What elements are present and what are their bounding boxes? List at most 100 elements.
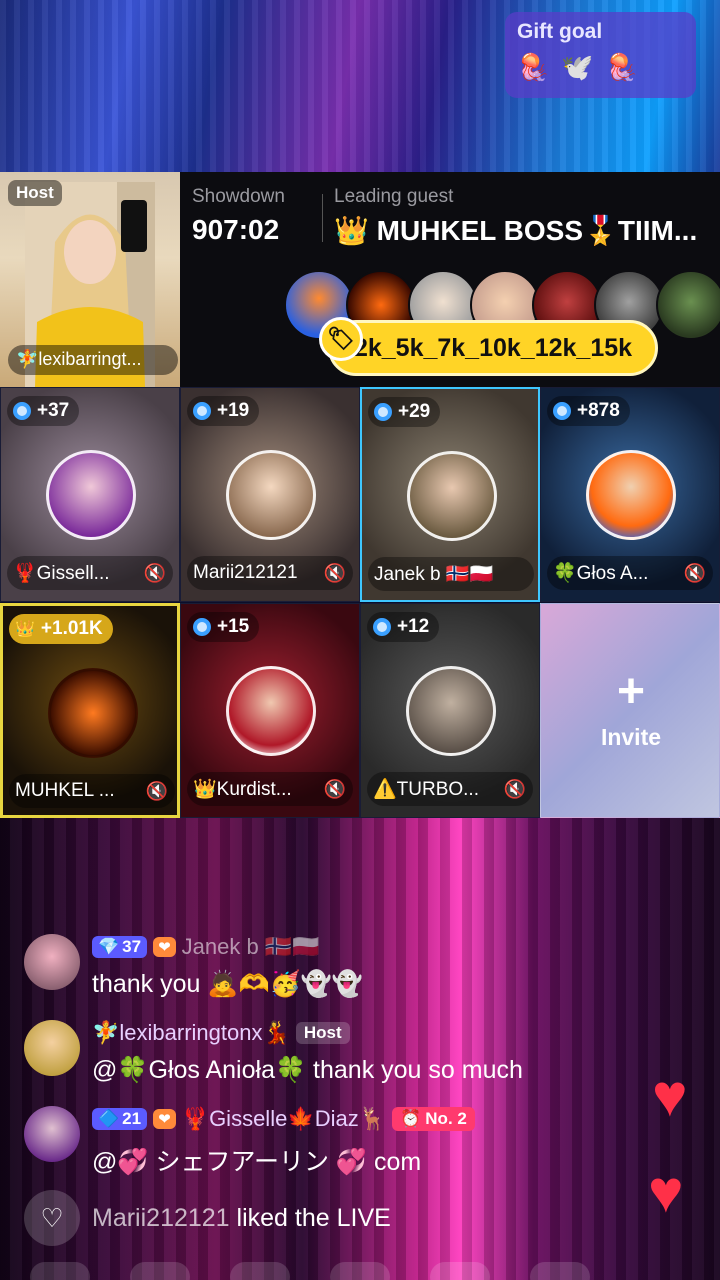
coin-icon — [193, 402, 211, 420]
fan-badge-icon: ❤ — [153, 1109, 176, 1129]
chat-comment[interactable]: 💎 37 ❤ Janek b 🇳🇴🇵🇱 thank you 🙇🫶🥳👻👻 — [24, 934, 644, 998]
comment-username[interactable]: Janek b 🇳🇴🇵🇱 — [182, 934, 320, 960]
score-pill: +878 — [547, 396, 630, 426]
guest-name-pill: 🦞Gissell... 🔇 — [7, 556, 173, 590]
floating-heart-icon: ♥ — [652, 1062, 688, 1129]
guest-name-pill: 🍀Głos A... 🔇 — [547, 556, 713, 590]
toolbar-button[interactable] — [330, 1262, 390, 1280]
chat-comment[interactable]: 🔷 21 ❤ 🦞Gisselle🍁Diaz🦌 ⏰ No. 2 @💞 シェフアーリン … — [24, 1106, 644, 1176]
guest-tile[interactable]: +878 🍀Głos A... 🔇 — [540, 387, 720, 602]
score-value: +15 — [217, 616, 250, 637]
comment-username[interactable]: 🦞Gisselle🍁Diaz🦌 — [182, 1106, 386, 1132]
comment-username[interactable]: 🧚lexibarringtonx💃 — [92, 1020, 290, 1046]
avatar[interactable] — [24, 934, 80, 990]
guest-name-pill: Marii212121 🔇 — [187, 556, 353, 590]
score-value: +19 — [217, 400, 250, 421]
goal-tag-pill[interactable]: 🏷 2k_5k_7k_10k_12k_15k — [319, 317, 658, 376]
gift-goal-title: Gift goal — [517, 20, 603, 43]
mic-muted-icon: 🔇 — [323, 778, 347, 799]
guest-name-pill: MUHKEL ... 🔇 — [9, 774, 175, 808]
avatar[interactable] — [48, 668, 138, 758]
guest-name-pill: Janek b 🇳🇴🇵🇱 — [368, 557, 534, 591]
rank-value: No. 2 — [425, 1109, 467, 1128]
level-badge: 💎 37 — [92, 936, 148, 958]
goal-tag-text: 2k_5k_7k_10k_12k_15k — [353, 333, 633, 362]
avatar[interactable] — [24, 1106, 80, 1162]
score-pill: +12 — [367, 612, 440, 642]
showdown-panel[interactable]: Showdown 907:02 Leading guest 👑 MUHKEL B… — [180, 172, 720, 387]
guest-name: ⚠️TURBO... — [373, 779, 479, 800]
gift-icon: 🪼 — [605, 52, 639, 82]
diamond-icon: 🔷 — [98, 1109, 120, 1128]
coin-icon — [373, 618, 391, 636]
toolbar-button[interactable] — [30, 1262, 90, 1280]
score-pill: +19 — [187, 396, 260, 426]
avatar[interactable] — [46, 450, 136, 540]
host-badge: Host — [8, 180, 62, 206]
guest-name: Janek b 🇳🇴🇵🇱 — [374, 564, 494, 585]
score-pill: 👑 +1.01K — [9, 614, 113, 644]
gift-goal-gifts: 🪼 🕊️ 🪼 — [517, 52, 684, 83]
comment-meta: 🧚lexibarringtonx💃 Host — [92, 1020, 350, 1046]
guest-tile[interactable]: +37 🦞Gissell... 🔇 — [0, 387, 180, 602]
guest-name-pill: 👑Kurdist... 🔇 — [187, 772, 353, 806]
coin-icon — [374, 403, 392, 421]
coin-icon — [553, 402, 571, 420]
gift-icon: 🪼 — [517, 52, 550, 82]
invite-button[interactable]: + Invite — [540, 603, 720, 818]
score-pill: +37 — [7, 396, 80, 426]
mic-muted-icon: 🔇 — [503, 778, 527, 799]
comment-text: @🍀Głos Anioła🍀 thank you so much — [92, 1056, 523, 1084]
avatar[interactable] — [24, 1020, 80, 1076]
comment-meta: 🔷 21 ❤ 🦞Gisselle🍁Diaz🦌 ⏰ No. 2 — [92, 1106, 475, 1132]
invite-label: Invite — [600, 724, 662, 750]
gift-goal-panel[interactable]: Gift goal 🪼 🕊️ 🪼 — [505, 12, 696, 98]
like-notification: ♡ Marii212121 liked the LIVE — [24, 1190, 391, 1246]
mic-muted-icon: 🔇 — [683, 562, 707, 583]
avatar[interactable] — [586, 450, 676, 540]
toolbar-button[interactable] — [530, 1262, 590, 1280]
showdown-timer: 907:02 — [192, 214, 280, 245]
guest-name: 🦞Gissell... — [13, 563, 110, 584]
comment-meta: 💎 37 ❤ Janek b 🇳🇴🇵🇱 — [92, 934, 320, 960]
leading-guest-label: Leading guest — [334, 186, 454, 207]
avatar[interactable] — [226, 666, 316, 756]
mic-muted-icon: 🔇 — [323, 562, 347, 583]
score-value: +1.01K — [40, 618, 103, 639]
guest-tile[interactable]: 👑 +1.01K MUHKEL ... 🔇 — [0, 603, 180, 818]
toolbar-button[interactable] — [130, 1262, 190, 1280]
chat-comment[interactable]: 🧚lexibarringtonx💃 Host @🍀Głos Anioła🍀 th… — [24, 1020, 644, 1084]
clock-icon: ⏰ — [400, 1109, 422, 1128]
score-pill: +15 — [187, 612, 260, 642]
bottom-toolbar — [0, 1262, 720, 1280]
guest-name: MUHKEL ... — [15, 780, 115, 801]
plus-icon: + — [616, 665, 646, 718]
avatar[interactable] — [406, 666, 496, 756]
floating-heart-icon: ♥ — [648, 1158, 684, 1225]
crown-icon: 👑 — [15, 621, 35, 638]
divider — [322, 194, 323, 242]
toolbar-button[interactable] — [230, 1262, 290, 1280]
guest-name: 👑Kurdist... — [193, 779, 292, 800]
host-username[interactable]: 🧚lexibarringt... — [8, 345, 178, 375]
leading-guest-name: 👑 MUHKEL BOSS🎖️TIIM... — [334, 215, 698, 246]
avatar[interactable] — [407, 451, 497, 541]
comment-text: @💞 シェフアーリン 💞 com — [92, 1148, 422, 1176]
liked-text: liked the LIVE — [229, 1203, 391, 1232]
guest-name: Marii212121 — [193, 562, 298, 583]
avatar[interactable] — [226, 450, 316, 540]
level-value: 37 — [122, 937, 142, 956]
level-badge: 🔷 21 — [92, 1108, 148, 1130]
guest-name: 🍀Głos A... — [553, 563, 649, 584]
guest-tile[interactable]: +12 ⚠️TURBO... 🔇 — [360, 603, 540, 818]
toolbar-button[interactable] — [430, 1262, 490, 1280]
guest-name-pill: ⚠️TURBO... 🔇 — [367, 772, 533, 806]
rank-badge: ⏰ No. 2 — [392, 1107, 475, 1131]
guest-tile[interactable]: +19 Marii212121 🔇 — [180, 387, 360, 602]
guest-tile[interactable]: +29 Janek b 🇳🇴🇵🇱 — [360, 387, 540, 602]
score-value: +29 — [398, 401, 431, 422]
guest-tile[interactable]: +15 👑Kurdist... 🔇 — [180, 603, 360, 818]
diamond-icon: 💎 — [98, 937, 120, 956]
liker-username[interactable]: Marii212121 — [92, 1204, 230, 1232]
avatar[interactable] — [656, 270, 720, 340]
